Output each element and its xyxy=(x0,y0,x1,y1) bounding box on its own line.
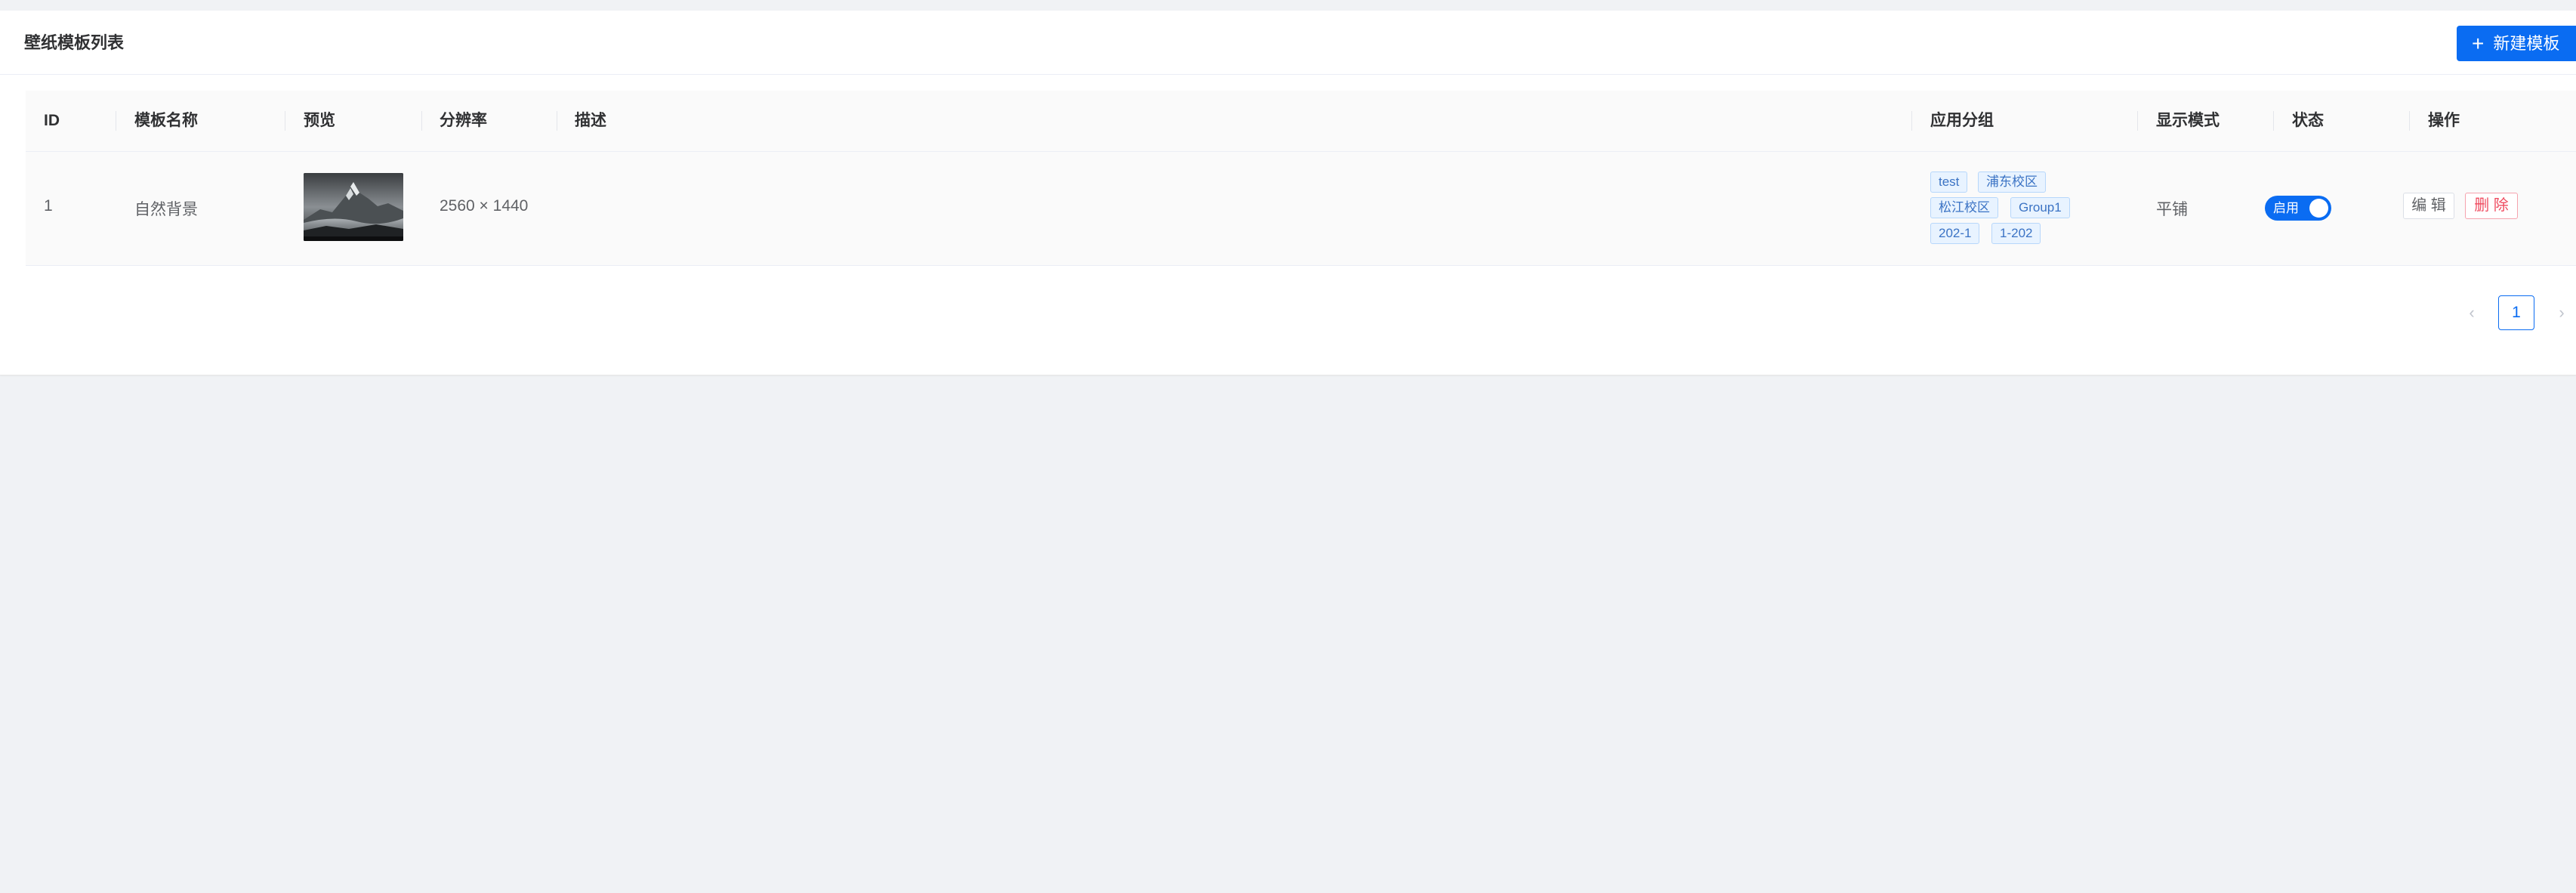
group-tag: 松江校区 xyxy=(1930,197,1998,218)
cell-display-mode: 平铺 xyxy=(2156,201,2188,218)
cell-id: 1 xyxy=(44,197,53,215)
column-header-description: 描述 xyxy=(575,112,606,129)
column-divider xyxy=(2409,111,2410,131)
column-header-preview: 预览 xyxy=(304,112,335,129)
cell-resolution: 2560 × 1440 xyxy=(440,197,529,215)
group-tag: test xyxy=(1930,171,1968,193)
group-tag: Group1 xyxy=(2010,197,2070,218)
column-header-actions: 操作 xyxy=(2428,112,2460,129)
edit-button[interactable]: 编 辑 xyxy=(2403,193,2454,219)
column-header-status: 状态 xyxy=(2292,112,2324,129)
top-strip xyxy=(0,0,2576,11)
pagination-page-1[interactable]: 1 xyxy=(2498,295,2534,330)
cell-name: 自然背景 xyxy=(134,201,198,218)
column-header-name: 模板名称 xyxy=(134,112,198,129)
mountain-image xyxy=(304,173,403,241)
group-tag: 1-202 xyxy=(1991,223,2041,244)
card-header: 壁纸模板列表 + 新建模板 xyxy=(0,11,2576,75)
status-switch[interactable]: 启用 xyxy=(2265,196,2331,221)
column-divider xyxy=(1911,111,1912,131)
column-header-groups: 应用分组 xyxy=(1930,112,1994,129)
chevron-right-icon[interactable]: › xyxy=(2553,296,2571,329)
group-tag: 浦东校区 xyxy=(1978,171,2046,193)
create-template-button[interactable]: + 新建模板 xyxy=(2457,26,2576,61)
column-header-id: ID xyxy=(44,112,60,129)
preview-thumbnail[interactable] xyxy=(304,173,403,241)
column-header-display-mode: 显示模式 xyxy=(2156,112,2220,129)
page-title: 壁纸模板列表 xyxy=(24,33,125,52)
column-divider xyxy=(2137,111,2138,131)
column-divider xyxy=(2273,111,2274,131)
plus-icon: + xyxy=(2472,32,2485,55)
column-divider xyxy=(421,111,422,131)
status-switch-label: 启用 xyxy=(2273,201,2299,215)
chevron-left-icon[interactable]: ‹ xyxy=(2463,296,2481,329)
create-template-label: 新建模板 xyxy=(2493,34,2560,53)
group-tag: 202-1 xyxy=(1930,223,1980,244)
table-header: ID 模板名称 预览 分辨率 描述 应用分组 显示模式 状态 操作 xyxy=(26,91,2576,152)
table-row: 1 自然背景 2560 × 1440 test 浦东校区 松江校区 Group1… xyxy=(26,152,2576,266)
template-table: ID 模板名称 预览 分辨率 描述 应用分组 显示模式 状态 操作 1 自然背景 xyxy=(26,91,2576,266)
column-header-resolution: 分辨率 xyxy=(440,112,487,129)
switch-knob xyxy=(2309,199,2328,218)
delete-button[interactable]: 删 除 xyxy=(2465,193,2518,219)
